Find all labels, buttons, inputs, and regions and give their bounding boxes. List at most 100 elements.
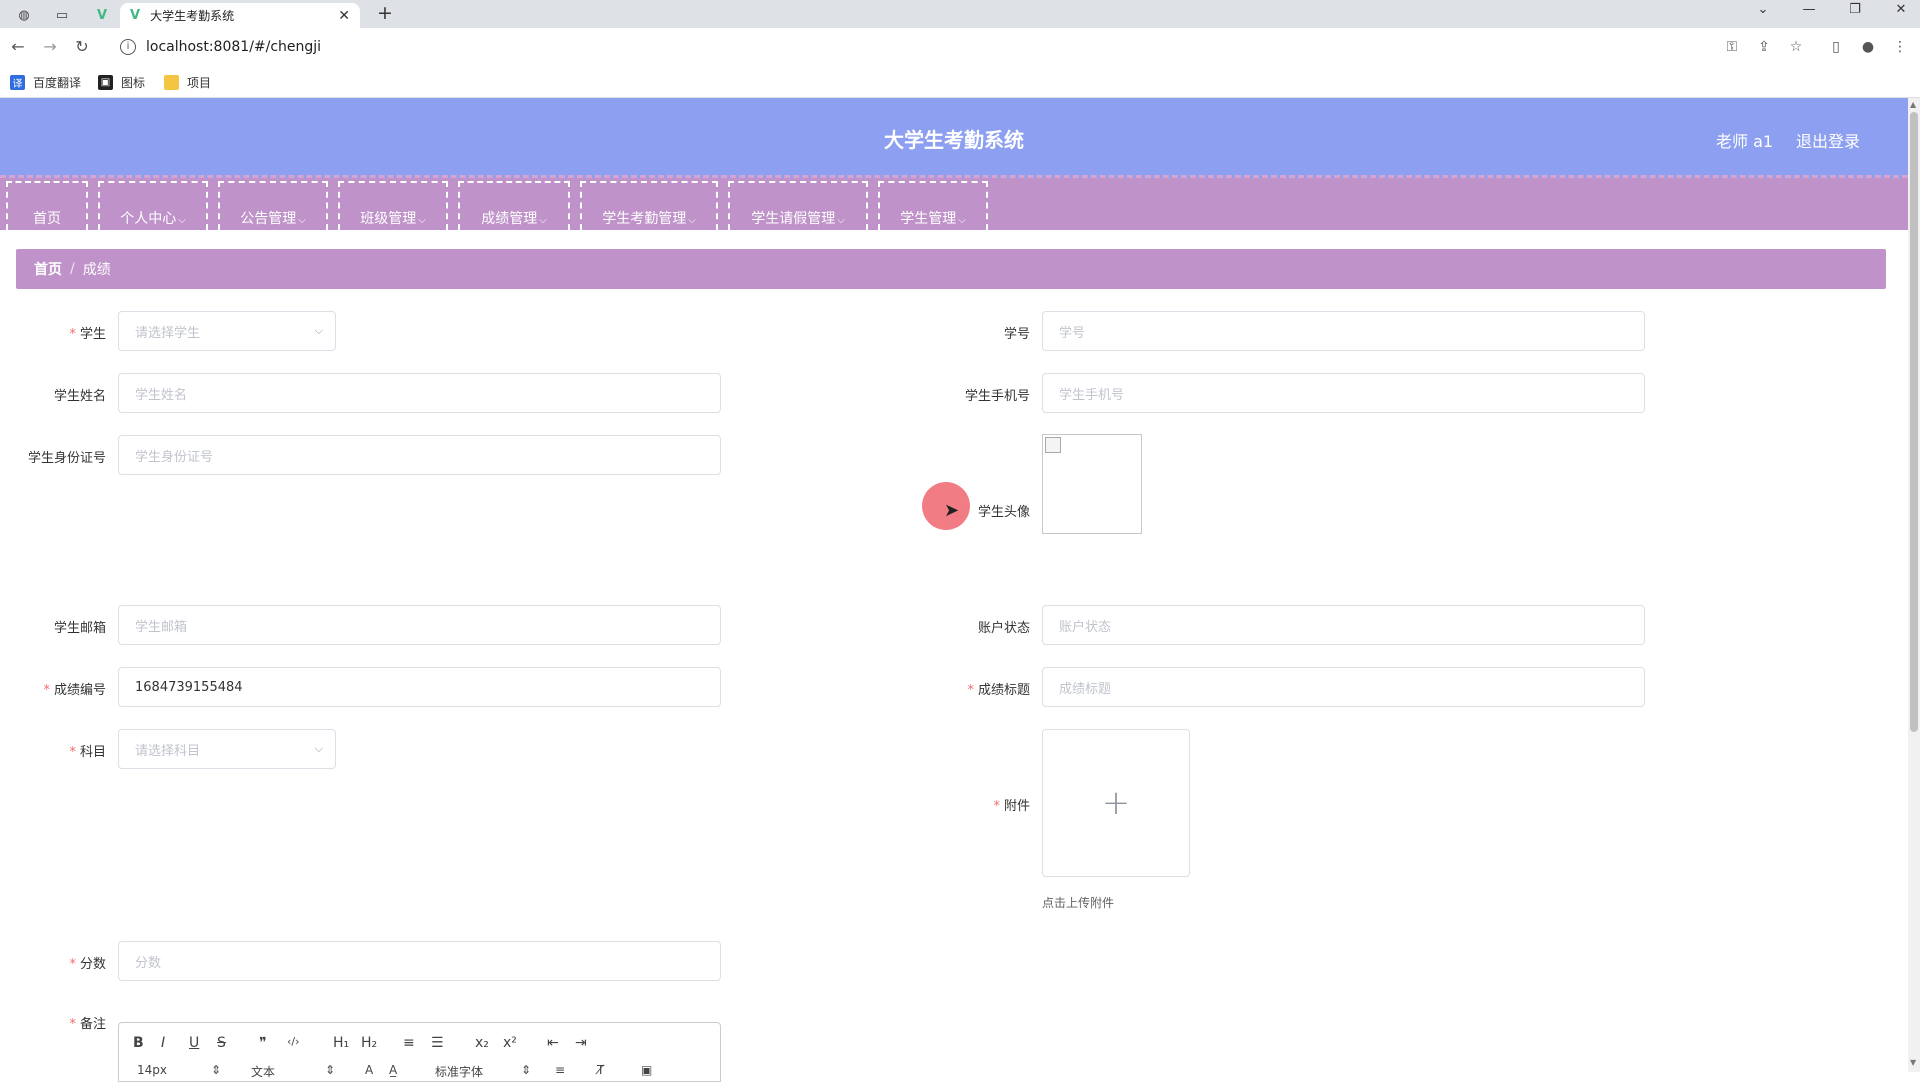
reload-button[interactable]: ↻ [70, 35, 94, 59]
strike-button[interactable]: S [217, 1035, 226, 1051]
nav-item-home[interactable]: 首页 [6, 181, 88, 230]
clear-format-icon[interactable]: T̸ [597, 1063, 604, 1077]
chevron-down-icon: ⌵ [688, 215, 696, 226]
student-no-input[interactable]: 学号 [1042, 311, 1645, 351]
nav-item-attendance[interactable]: 学生考勤管理 ⌵ [580, 181, 718, 230]
star-icon[interactable]: ☆ [1786, 37, 1806, 57]
nav-item-notice[interactable]: 公告管理 ⌵ [218, 181, 328, 230]
scrollbar-thumb[interactable] [1910, 112, 1918, 732]
nav-label: 班级管理 [360, 211, 417, 227]
student-id-card-label: 学生身份证号 [0, 447, 106, 466]
label-text: 学生头像 [977, 505, 1030, 520]
vue-icon[interactable]: V [84, 4, 120, 26]
nav-item-score[interactable]: 成绩管理 ⌵ [458, 181, 570, 230]
input-placeholder: 学生邮箱 [135, 619, 188, 635]
underline-button[interactable]: U [189, 1035, 199, 1051]
subscript-button[interactable]: x₂ [475, 1035, 489, 1051]
forward-button[interactable]: → [38, 35, 62, 59]
minimize-button[interactable]: — [1786, 0, 1832, 22]
info-icon[interactable]: i [120, 39, 136, 55]
nav-item-student[interactable]: 学生管理 ⌵ [878, 181, 988, 230]
folder-icon [164, 74, 179, 90]
bookmark-baidu-translate[interactable]: 译 百度翻译 [10, 72, 81, 92]
breadcrumb-home[interactable]: 首页 [34, 259, 62, 279]
score-title-input[interactable]: 成绩标题 [1042, 667, 1645, 707]
student-phone-input[interactable]: 学生手机号 [1042, 373, 1645, 413]
input-placeholder: 账户状态 [1059, 619, 1112, 635]
url-text: localhost:8081/#/chengji [146, 39, 322, 55]
font-color-icon[interactable]: A [365, 1063, 373, 1077]
student-email-input[interactable]: 学生邮箱 [118, 605, 721, 645]
ordered-list-button[interactable]: ≡ [403, 1035, 415, 1051]
superscript-button[interactable]: x² [503, 1035, 517, 1051]
sidebar-icon[interactable]: ▯ [1826, 37, 1846, 57]
nav-item-class[interactable]: 班级管理 ⌵ [338, 181, 448, 230]
scroll-down-icon[interactable]: ▼ [1910, 1058, 1916, 1067]
subject-select[interactable]: 请选择科目 ⌵ [118, 729, 336, 769]
indent-button[interactable]: ⇥ [575, 1035, 587, 1051]
score-no-input[interactable]: 1684739155484 [118, 667, 721, 707]
score-input[interactable]: 分数 [118, 941, 721, 981]
nav-item-personal-center[interactable]: 个人中心 ⌵ [98, 181, 208, 230]
label-text: 学生邮箱 [53, 621, 106, 636]
score-no-label: * 成绩编号 [0, 679, 106, 698]
browser-tab-active[interactable]: V 大学生考勤系统 ✕ [120, 3, 360, 28]
background-color-icon[interactable]: A̲ [389, 1063, 397, 1077]
url-field[interactable]: i localhost:8081/#/chengji [112, 32, 1752, 62]
bookmarks-bar: 译 百度翻译 ▣ 图标 项目 [0, 66, 1920, 98]
broken-image-icon [1045, 437, 1061, 453]
chevron-down-icon: ⌵ [837, 215, 845, 226]
code-button[interactable]: ‹/› [287, 1035, 300, 1048]
student-id-card-input[interactable]: 学生身份证号 [118, 435, 721, 475]
main-nav: 首页 个人中心 ⌵ 公告管理 ⌵ 班级管理 ⌵ 成绩管理 ⌵ 学生考勤管理 ⌵ 学生请假管… [0, 178, 1908, 230]
chevron-down-icon[interactable]: ⌄ [1740, 0, 1786, 22]
image-icon[interactable]: ▣ [641, 1063, 652, 1077]
close-icon[interactable]: ✕ [338, 8, 350, 24]
nav-item-leave[interactable]: 学生请假管理 ⌵ [728, 181, 868, 230]
page-scrollbar[interactable]: ▲ ▼ [1908, 98, 1920, 1072]
label-text: 备注 [79, 1017, 106, 1032]
nav-label: 学生考勤管理 [602, 211, 687, 227]
new-tab-button[interactable]: + [374, 3, 396, 25]
subject-label: * 科目 [0, 741, 106, 760]
student-select[interactable]: 请选择学生 ⌵ [118, 311, 336, 351]
student-name-input[interactable]: 学生姓名 [118, 373, 721, 413]
nav-label: 成绩管理 [481, 211, 538, 227]
font-size-select[interactable]: 14px [137, 1063, 167, 1077]
required-mark: * [993, 799, 1000, 814]
align-icon[interactable]: ≡ [555, 1063, 565, 1077]
key-icon[interactable]: ⚿ [1722, 37, 1742, 57]
heading2-button[interactable]: H₂ [361, 1035, 377, 1051]
logout-button[interactable]: 退出登录 [1796, 128, 1860, 152]
app-title: 大学生考勤系统 [884, 128, 1024, 152]
score-label: * 分数 [0, 953, 106, 972]
outdent-button[interactable]: ⇤ [547, 1035, 559, 1051]
bookmark-icons[interactable]: ▣ 图标 [98, 72, 145, 92]
nav-label: 个人中心 [120, 211, 177, 227]
student-name-label: 学生姓名 [0, 385, 106, 404]
chevron-down-icon: ⌵ [314, 742, 323, 755]
nav-label: 学生管理 [900, 211, 957, 227]
bullet-list-button[interactable]: ☰ [431, 1035, 444, 1051]
profile-icon[interactable]: ● [1858, 37, 1878, 57]
restore-button[interactable]: ❐ [1832, 0, 1878, 22]
close-window-button[interactable]: ✕ [1878, 0, 1920, 22]
globe-icon[interactable]: ◍ [6, 4, 42, 26]
italic-button[interactable]: I [161, 1035, 165, 1051]
chevron-down-icon: ⌵ [178, 215, 186, 226]
attachment-upload-button[interactable]: + [1042, 729, 1190, 877]
blank-tab-icon[interactable]: ▭ [44, 4, 80, 26]
required-mark: * [69, 1017, 76, 1032]
chevron-down-icon: ⇕ [521, 1063, 532, 1077]
share-icon[interactable]: ⇪ [1754, 37, 1774, 57]
quote-button[interactable]: ❞ [259, 1035, 267, 1051]
chevron-down-icon: ⌵ [418, 215, 426, 226]
bookmark-project[interactable]: 项目 [164, 72, 211, 92]
back-button[interactable]: ← [6, 35, 30, 59]
account-status-input[interactable]: 账户状态 [1042, 605, 1645, 645]
heading1-button[interactable]: H₁ [333, 1035, 349, 1051]
scroll-up-icon[interactable]: ▲ [1910, 100, 1916, 109]
label-text: 学号 [1003, 327, 1030, 342]
bold-button[interactable]: B [133, 1035, 144, 1051]
menu-icon[interactable]: ⋮ [1890, 37, 1910, 57]
